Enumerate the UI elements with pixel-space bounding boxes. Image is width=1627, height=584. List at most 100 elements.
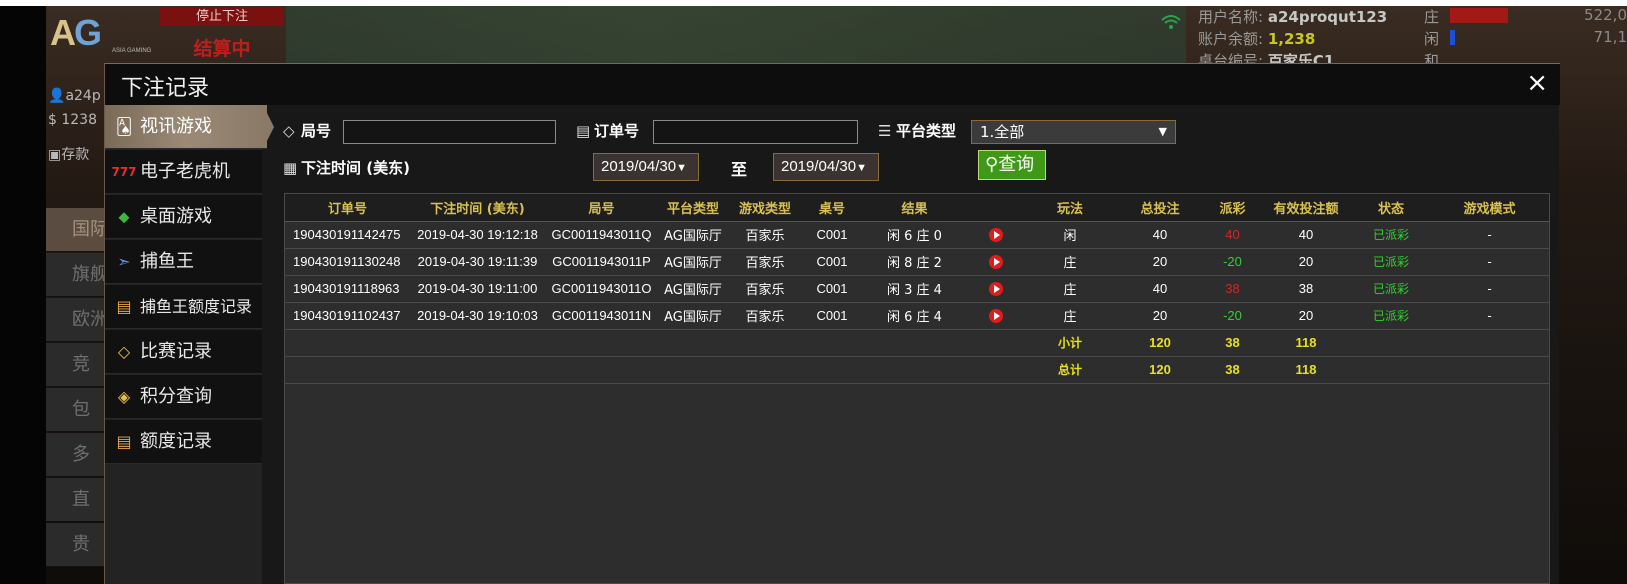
document-icon: ▤ bbox=[116, 297, 132, 316]
table-header-row: 订单号 下注时间 (美东) 局号 平台类型 游戏类型 桌号 结果 玩法 总投注 … bbox=[285, 194, 1549, 222]
cell-valid-bet: 20 bbox=[1260, 248, 1352, 276]
col-result[interactable]: 结果 bbox=[862, 194, 967, 222]
cell-payout: -20 bbox=[1205, 248, 1260, 276]
order-input[interactable] bbox=[653, 120, 858, 144]
ag-logo: AG ASIA GAMING bbox=[50, 12, 152, 54]
date-to-picker[interactable]: 2019/04/30▼ bbox=[773, 153, 879, 181]
menu-item-points[interactable]: ◈ 积分查询 bbox=[105, 375, 262, 419]
side-balance: $ 1238 bbox=[48, 112, 97, 128]
cell-play: 庄 bbox=[1025, 275, 1115, 303]
cell-mode: - bbox=[1430, 275, 1549, 303]
play-replay-icon[interactable] bbox=[989, 228, 1003, 243]
empty-cell bbox=[285, 329, 410, 357]
cell-payout: 40 bbox=[1205, 221, 1260, 249]
stop-bet-banner: 停止下注 bbox=[160, 8, 284, 26]
col-play[interactable]: 玩法 bbox=[1025, 194, 1115, 222]
col-valid-bet[interactable]: 有效投注额 bbox=[1260, 194, 1352, 222]
empty-cell bbox=[802, 356, 862, 384]
cell-order: 190430191130248 bbox=[285, 248, 410, 276]
col-payout[interactable]: 派彩 bbox=[1205, 194, 1260, 222]
cell-play: 庄 bbox=[1025, 302, 1115, 330]
empty-cell bbox=[862, 356, 967, 384]
empty-cell bbox=[545, 356, 658, 384]
col-platform[interactable]: 平台类型 bbox=[658, 194, 728, 222]
bet-record-modal: 下注记录 × 🂡 视讯游戏 777 电子老虎机 ⬥ 桌面游戏 ➣ 捕鱼王 ▤ 捕鱼王额度记… bbox=[104, 63, 1560, 584]
cell-bet: 20 bbox=[1115, 248, 1205, 276]
col-table[interactable]: 桌号 bbox=[802, 194, 862, 222]
empty-cell bbox=[658, 356, 728, 384]
cell-time: 2019-04-30 19:10:03 bbox=[410, 302, 545, 330]
cell-order: 190430191142475 bbox=[285, 221, 410, 249]
empty-cell bbox=[410, 356, 545, 384]
close-icon[interactable]: × bbox=[1526, 68, 1548, 98]
col-order[interactable]: 订单号 bbox=[285, 194, 410, 222]
cell-game: 百家乐 bbox=[728, 221, 802, 249]
date-from-picker[interactable]: 2019/04/30▼ bbox=[593, 153, 699, 181]
record-menu: 🂡 视讯游戏 777 电子老虎机 ⬥ 桌面游戏 ➣ 捕鱼王 ▤ 捕鱼王额度记录 ◇ 比赛记录… bbox=[105, 105, 274, 584]
cell-valid-bet: 40 bbox=[1260, 221, 1352, 249]
cell-round: GC0011943011N bbox=[545, 302, 658, 330]
cell-platform: AG国际厅 bbox=[658, 248, 728, 276]
side-category: 贵 bbox=[46, 523, 104, 567]
records-table-container: 订单号 下注时间 (美东) 局号 平台类型 游戏类型 桌号 结果 玩法 总投注 … bbox=[284, 193, 1550, 584]
total-row-valid: 118 bbox=[1260, 356, 1352, 384]
cell-status: 已派彩 bbox=[1352, 248, 1430, 276]
cell-replay bbox=[967, 248, 1025, 276]
table-row[interactable]: 190430191142475 2019-04-30 19:12:18 GC0011… bbox=[285, 221, 1549, 249]
cell-bet: 40 bbox=[1115, 275, 1205, 303]
play-replay-icon[interactable] bbox=[989, 282, 1003, 297]
balance-row: 账户余额: 1,238 bbox=[1198, 30, 1316, 48]
play-replay-icon[interactable] bbox=[989, 309, 1003, 324]
menu-item-match-records[interactable]: ◇ 比赛记录 bbox=[105, 330, 262, 374]
table-felt bbox=[286, 6, 1186, 66]
round-input[interactable] bbox=[343, 120, 556, 144]
cell-status: 已派彩 bbox=[1352, 302, 1430, 330]
cell-status: 已派彩 bbox=[1352, 275, 1430, 303]
subtotal-row-valid: 118 bbox=[1260, 329, 1352, 357]
menu-item-fishing[interactable]: ➣ 捕鱼王 bbox=[105, 240, 262, 284]
total-row-bet: 120 bbox=[1115, 356, 1205, 384]
menu-item-table-games[interactable]: ⬥ 桌面游戏 bbox=[105, 195, 262, 239]
menu-item-credit-records[interactable]: ▤ 额度记录 bbox=[105, 420, 262, 464]
table-row[interactable]: 190430191102437 2019-04-30 19:10:03 GC0011… bbox=[285, 302, 1549, 330]
menu-item-live-games[interactable]: 🂡 视讯游戏 bbox=[105, 105, 274, 149]
modal-title: 下注记录 bbox=[121, 76, 210, 101]
side-category: 直 bbox=[46, 478, 104, 522]
empty-cell bbox=[1430, 356, 1549, 384]
side-deposit: ▣存款 bbox=[48, 147, 90, 163]
col-round[interactable]: 局号 bbox=[545, 194, 658, 222]
cell-valid-bet: 38 bbox=[1260, 275, 1352, 303]
cell-replay bbox=[967, 302, 1025, 330]
cell-table: C001 bbox=[802, 302, 862, 330]
chevron-down-icon: ▼ bbox=[1158, 125, 1167, 138]
side-category: 旗舰 bbox=[46, 253, 104, 297]
cell-game: 百家乐 bbox=[728, 248, 802, 276]
empty-cell bbox=[862, 329, 967, 357]
bet-time-label: ▦ 下注时间 (美东) bbox=[283, 159, 410, 177]
col-status[interactable]: 状态 bbox=[1352, 194, 1430, 222]
subtotal-row-label: 小计 bbox=[1025, 329, 1115, 357]
col-game[interactable]: 游戏类型 bbox=[728, 194, 802, 222]
side-user: 👤a24p bbox=[48, 88, 101, 104]
platform-select[interactable]: 1.全部 ▼ bbox=[971, 120, 1176, 144]
play-replay-icon[interactable] bbox=[989, 255, 1003, 270]
empty-cell bbox=[728, 329, 802, 357]
cell-time: 2019-04-30 19:11:00 bbox=[410, 275, 545, 303]
list-icon: ☰ bbox=[878, 122, 892, 140]
ticket-icon: ◇ bbox=[117, 342, 131, 361]
filter-bar: ◇ 局号 ▤ 订单号 ☰ 平台类型 1.全部 ▼ ▦ 下注时间 (美东) 2019/04/… bbox=[280, 113, 1550, 193]
empty-cell bbox=[410, 329, 545, 357]
calendar-icon: ▦ bbox=[283, 159, 298, 177]
query-button[interactable]: ⚲查询 bbox=[978, 150, 1046, 180]
table-row[interactable]: 190430191130248 2019-04-30 19:11:39 GC0011… bbox=[285, 248, 1549, 276]
col-time[interactable]: 下注时间 (美东) bbox=[410, 194, 545, 222]
menu-item-fishing-credit[interactable]: ▤ 捕鱼王额度记录 bbox=[105, 285, 262, 329]
records-table: 订单号 下注时间 (美东) 局号 平台类型 游戏类型 桌号 结果 玩法 总投注 … bbox=[285, 194, 1549, 384]
bet-stats: 庄 522,0 闲 71,1 和 bbox=[1424, 6, 1627, 70]
cards-icon: 🂡 bbox=[115, 117, 133, 136]
col-mode[interactable]: 游戏模式 bbox=[1430, 194, 1549, 222]
table-row[interactable]: 190430191118963 2019-04-30 19:11:00 GC0011… bbox=[285, 275, 1549, 303]
col-bet[interactable]: 总投注 bbox=[1115, 194, 1205, 222]
player-bar bbox=[1450, 30, 1455, 45]
menu-item-slots[interactable]: 777 电子老虎机 bbox=[105, 150, 262, 194]
